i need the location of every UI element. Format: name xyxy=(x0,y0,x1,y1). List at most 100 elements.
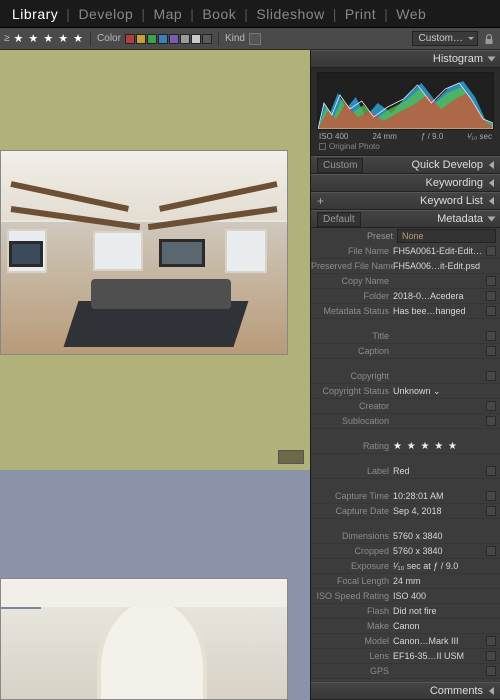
filter-op[interactable]: ≥ xyxy=(4,33,10,44)
metadata-action-icon[interactable] xyxy=(486,346,496,356)
module-map[interactable]: Map xyxy=(149,6,186,22)
grid-cell[interactable] xyxy=(0,50,310,470)
metadata-action-icon[interactable] xyxy=(486,506,496,516)
metadata-value[interactable]: 24 mm xyxy=(393,576,496,586)
metadata-label: Dimensions xyxy=(311,531,393,541)
filter-color-swatches[interactable] xyxy=(125,34,212,44)
metadata-action-icon[interactable] xyxy=(486,276,496,286)
metadata-row: LabelRed xyxy=(311,464,500,479)
metadata-label: ISO Speed Rating xyxy=(311,591,393,601)
metadata-value[interactable]: FH5A0061-Edit-Edit.psd xyxy=(393,246,484,256)
panel-header-histogram[interactable]: Histogram xyxy=(311,50,500,68)
chevron-left-icon xyxy=(489,197,494,205)
metadata-action-icon[interactable] xyxy=(486,466,496,476)
module-print[interactable]: Print xyxy=(341,6,380,22)
metadata-action-icon[interactable] xyxy=(486,401,496,411)
panel-header-metadata[interactable]: Default Metadata xyxy=(311,210,500,228)
module-library[interactable]: Library xyxy=(8,6,62,22)
thumbnail[interactable] xyxy=(0,150,288,355)
metadata-value[interactable]: Canon…Mark III xyxy=(393,636,484,646)
metadata-row: Copyright xyxy=(311,369,500,384)
histogram-panel: ISO 400 24 mm ƒ / 9.0 ¹⁄₁₀ sec Original … xyxy=(311,68,500,156)
panel-header-keywording[interactable]: Keywording xyxy=(311,174,500,192)
grid-cell[interactable] xyxy=(0,470,310,700)
metadata-row: Dimensions5760 x 3840 xyxy=(311,529,500,544)
metadata-value[interactable]: Has bee…hanged xyxy=(393,306,484,316)
metadata-label: Copyright Status xyxy=(311,386,393,396)
metadata-rating[interactable]: ★ ★ ★ ★ ★ xyxy=(393,441,496,452)
metadata-row: Copyright StatusUnknown ⌄ xyxy=(311,384,500,399)
color-swatch[interactable] xyxy=(147,34,157,44)
metadata-action-icon[interactable] xyxy=(486,636,496,646)
module-slideshow[interactable]: Slideshow xyxy=(252,6,328,22)
metadata-row: ModelCanon…Mark III xyxy=(311,634,500,649)
filter-rating[interactable]: ★ ★ ★ ★ ★ xyxy=(14,32,85,45)
module-book[interactable]: Book xyxy=(198,6,240,22)
filter-color-label: Color xyxy=(97,33,121,44)
color-swatch[interactable] xyxy=(158,34,168,44)
histogram[interactable] xyxy=(317,72,494,130)
metadata-action-icon[interactable] xyxy=(486,246,496,256)
metadata-action-icon[interactable] xyxy=(486,291,496,301)
metadata-value[interactable]: 5760 x 3840 xyxy=(393,546,484,556)
metadata-value[interactable]: Sep 4, 2018 xyxy=(393,506,484,516)
metadata-row: Caption xyxy=(311,344,500,359)
chevron-left-icon xyxy=(489,687,494,695)
metadata-value[interactable]: ¹⁄₁₀ sec at ƒ / 9.0 xyxy=(393,561,496,571)
metadata-label: Metadata Status xyxy=(311,306,393,316)
color-swatch[interactable] xyxy=(125,34,135,44)
module-picker: Library| Develop| Map| Book| Slideshow| … xyxy=(0,0,500,28)
metadata-row: ISO Speed RatingISO 400 xyxy=(311,589,500,604)
thumbnail-badge[interactable] xyxy=(278,450,304,464)
thumbnail[interactable] xyxy=(0,578,288,700)
metadata-value[interactable]: EF16-35…II USM xyxy=(393,651,484,661)
metadata-row: Title xyxy=(311,329,500,344)
metadata-value[interactable]: Did not fire xyxy=(393,606,496,616)
histogram-original-toggle[interactable]: Original Photo xyxy=(317,141,494,152)
filter-lock-icon[interactable] xyxy=(482,32,496,46)
metadata-row: Exposure¹⁄₁₀ sec at ƒ / 9.0 xyxy=(311,559,500,574)
grid-view[interactable] xyxy=(0,50,310,700)
metadata-preset-dropdown[interactable]: Default xyxy=(317,212,361,227)
color-swatch[interactable] xyxy=(180,34,190,44)
metadata-value[interactable]: 2018-0…Acedera xyxy=(393,291,484,301)
metadata-preset-select[interactable]: None xyxy=(397,229,496,243)
metadata-action-icon[interactable] xyxy=(486,491,496,501)
chevron-down-icon xyxy=(488,217,496,222)
filter-kind-photo[interactable] xyxy=(249,33,261,45)
metadata-action-icon[interactable] xyxy=(486,371,496,381)
metadata-action-icon[interactable] xyxy=(486,331,496,341)
color-swatch[interactable] xyxy=(191,34,201,44)
metadata-action-icon[interactable] xyxy=(486,651,496,661)
metadata-value[interactable]: Unknown ⌄ xyxy=(393,386,496,397)
metadata-row: Capture Time10:28:01 AM xyxy=(311,489,500,504)
metadata-action-icon[interactable] xyxy=(486,416,496,426)
metadata-value[interactable]: Canon xyxy=(393,621,496,631)
module-web[interactable]: Web xyxy=(392,6,430,22)
panel-header-comments[interactable]: Comments xyxy=(311,682,500,700)
metadata-value[interactable]: ISO 400 xyxy=(393,591,496,601)
color-swatch[interactable] xyxy=(169,34,179,44)
metadata-value[interactable]: 10:28:01 AM xyxy=(393,491,484,501)
color-swatch[interactable] xyxy=(202,34,212,44)
metadata-action-icon[interactable] xyxy=(486,666,496,676)
quick-develop-preset[interactable]: Custom xyxy=(317,158,363,173)
metadata-label: Creator xyxy=(311,401,393,411)
metadata-row: Focal Length24 mm xyxy=(311,574,500,589)
metadata-label: Title xyxy=(311,331,393,341)
filter-preset-dropdown[interactable]: Custom… xyxy=(412,31,478,46)
panel-header-quick-develop[interactable]: Custom Quick Develop xyxy=(311,156,500,174)
metadata-color-label[interactable]: Red xyxy=(393,466,484,476)
metadata-action-icon[interactable] xyxy=(486,306,496,316)
metadata-action-icon[interactable] xyxy=(486,546,496,556)
metadata-value[interactable]: FH5A006…it-Edit.psd xyxy=(393,261,496,271)
module-develop[interactable]: Develop xyxy=(74,6,137,22)
color-swatch[interactable] xyxy=(136,34,146,44)
metadata-row: Folder2018-0…Acedera xyxy=(311,289,500,304)
metadata-label: Capture Time xyxy=(311,491,393,501)
metadata-row: Capture DateSep 4, 2018 xyxy=(311,504,500,519)
metadata-value[interactable]: 5760 x 3840 xyxy=(393,531,496,541)
metadata-panel: Preset None File NameFH5A0061-Edit-Edit.… xyxy=(311,228,500,682)
panel-header-keyword-list[interactable]: + Keyword List xyxy=(311,192,500,210)
add-keyword-icon[interactable]: + xyxy=(317,194,324,208)
